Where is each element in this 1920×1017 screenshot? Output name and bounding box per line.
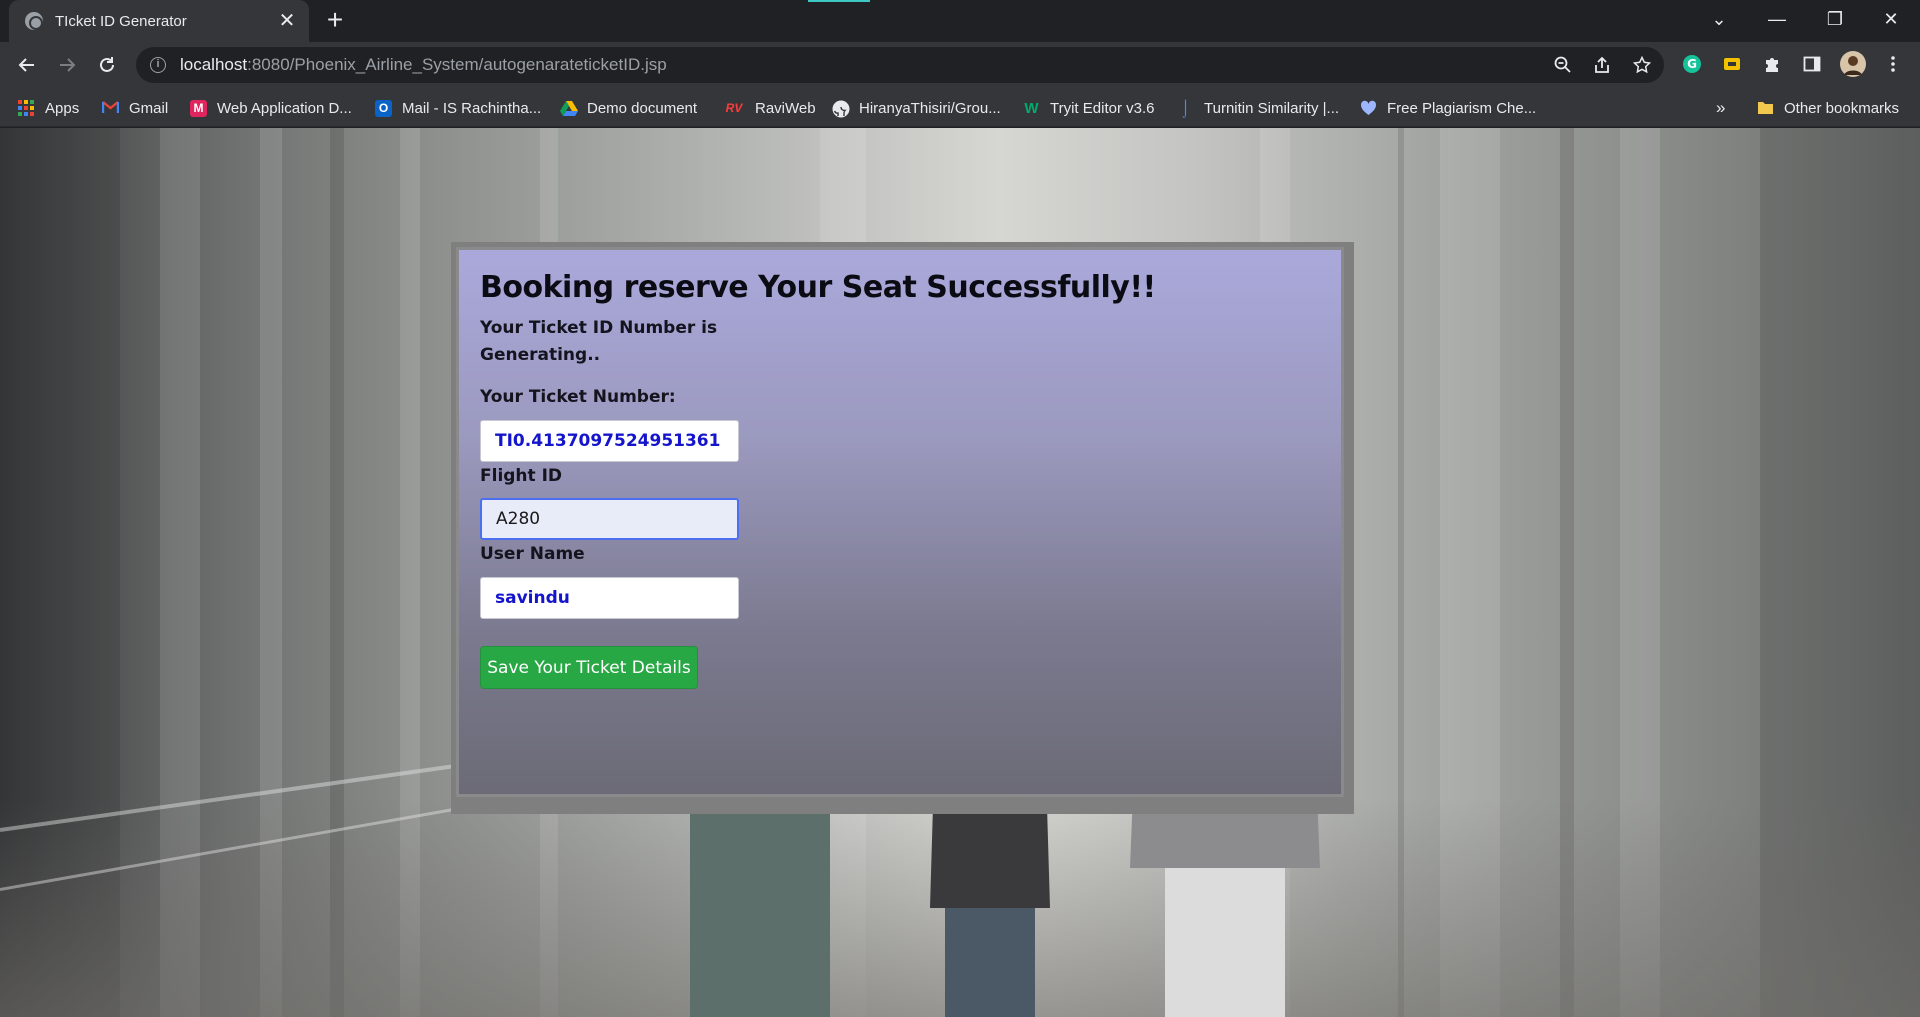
tab-search-icon[interactable]: ⌄ <box>1690 0 1748 38</box>
flight-id-label: Flight ID <box>480 466 563 486</box>
github-icon <box>832 100 850 117</box>
bookmark-label: Other bookmarks <box>1784 99 1900 117</box>
bookmark-github[interactable]: HiranyaThisiri/Grou... <box>832 97 1001 119</box>
bookmark-label: Tryit Editor v3.6 <box>1050 99 1155 117</box>
save-ticket-button[interactable]: Save Your Ticket Details <box>480 646 698 689</box>
back-arrow-icon <box>18 58 34 72</box>
share-icon[interactable] <box>1592 56 1612 76</box>
bookmark-apps[interactable]: Apps <box>18 97 79 119</box>
outlook-icon: O <box>375 99 392 117</box>
ticket-card: Booking reserve Your Seat Successfully!!… <box>456 247 1344 797</box>
bookmark-gmail[interactable]: Gmail <box>101 97 169 119</box>
bookmarks-bar: Apps Gmail M Web Application D... O Mail… <box>0 88 1920 127</box>
browser-toolbar: i localhost:8080/Phoenix_Airline_System/… <box>0 42 1920 88</box>
zoom-icon[interactable] <box>1553 56 1573 76</box>
user-name-label: User Name <box>480 544 585 564</box>
grammarly-icon[interactable]: G <box>1681 53 1703 75</box>
globe-icon <box>25 12 43 30</box>
minimize-button[interactable]: — <box>1748 0 1806 38</box>
ticket-number-label: Your Ticket Number: <box>480 387 676 407</box>
side-panel-icon[interactable] <box>1801 53 1823 75</box>
turnitin-icon: ⌡ <box>1180 99 1191 117</box>
close-window-button[interactable]: ✕ <box>1862 0 1920 38</box>
profile-avatar[interactable] <box>1840 51 1866 77</box>
flight-id-field[interactable] <box>480 498 739 540</box>
bookmark-raviweb[interactable]: RV RaviWeb <box>723 97 816 119</box>
bookmark-star-icon[interactable] <box>1632 55 1652 76</box>
bookmark-web-application[interactable]: M Web Application D... <box>190 97 352 119</box>
ticket-form: Booking reserve Your Seat Successfully!!… <box>480 270 1156 689</box>
bookmarks-overflow-button[interactable]: » <box>1716 97 1725 119</box>
bookmark-label: Mail - IS Rachintha... <box>402 99 542 117</box>
folder-icon <box>1757 100 1774 117</box>
rv-icon: RV <box>725 100 743 115</box>
extension-yellow-icon[interactable] <box>1721 53 1743 75</box>
bookmark-plagiarism-checker[interactable]: Free Plagiarism Che... <box>1360 97 1536 119</box>
forward-arrow-icon <box>60 58 76 72</box>
bookmark-label: Gmail <box>129 99 169 117</box>
generating-message: Your Ticket ID Number is Generating.. <box>480 318 718 365</box>
bookmark-tryit-editor[interactable]: W Tryit Editor v3.6 <box>1023 97 1154 119</box>
user-name-field[interactable] <box>480 577 739 619</box>
tab-title: TIcket ID Generator <box>55 12 187 30</box>
url-path: :8080/Phoenix_Airline_System/autogenarat… <box>247 55 667 74</box>
bookmark-label: HiranyaThisiri/Grou... <box>859 99 1001 117</box>
svg-text:G: G <box>1687 57 1697 71</box>
apps-icon <box>18 99 35 117</box>
bookmark-label: Demo document <box>587 99 698 117</box>
bookmark-label: Web Application D... <box>217 99 352 117</box>
gmail-icon <box>101 100 120 117</box>
address-bar[interactable]: i localhost:8080/Phoenix_Airline_System/… <box>136 47 1664 83</box>
bookmark-demo-document[interactable]: Demo document <box>560 97 697 119</box>
forward-button[interactable] <box>52 50 82 80</box>
tab-strip: TIcket ID Generator ✕ + ⌄ — ❐ ✕ <box>0 0 1920 42</box>
page-title: Booking reserve Your Seat Successfully!! <box>480 270 1156 305</box>
bookmark-mail[interactable]: O Mail - IS Rachintha... <box>375 97 541 119</box>
other-bookmarks-folder[interactable]: Other bookmarks <box>1757 97 1899 119</box>
site-info-icon[interactable]: i <box>150 57 166 73</box>
tab-accent-bar <box>808 0 870 2</box>
new-tab-button[interactable]: + <box>321 6 349 35</box>
w3-icon: W <box>1024 99 1039 117</box>
url-host: localhost <box>180 55 248 74</box>
restore-button[interactable]: ❐ <box>1806 0 1864 38</box>
back-button[interactable] <box>12 50 42 80</box>
bookmark-label: RaviWeb <box>755 99 816 117</box>
tab-close-icon[interactable]: ✕ <box>277 11 297 31</box>
m-icon: M <box>190 99 207 117</box>
bookmark-label: Turnitin Similarity |... <box>1204 99 1340 117</box>
drive-icon <box>560 100 578 117</box>
extensions-puzzle-icon[interactable] <box>1761 53 1783 75</box>
browser-tab[interactable]: TIcket ID Generator ✕ <box>9 0 309 42</box>
bookmark-turnitin[interactable]: ⌡ Turnitin Similarity |... <box>1177 97 1339 119</box>
bookmark-label: Free Plagiarism Che... <box>1387 99 1537 117</box>
ticket-number-field[interactable] <box>480 420 739 462</box>
reload-icon <box>100 57 114 72</box>
bookmark-label: Apps <box>45 99 80 117</box>
reload-button[interactable] <box>92 50 122 80</box>
plagiarism-icon <box>1360 100 1377 117</box>
chrome-menu-icon[interactable] <box>1882 53 1904 75</box>
